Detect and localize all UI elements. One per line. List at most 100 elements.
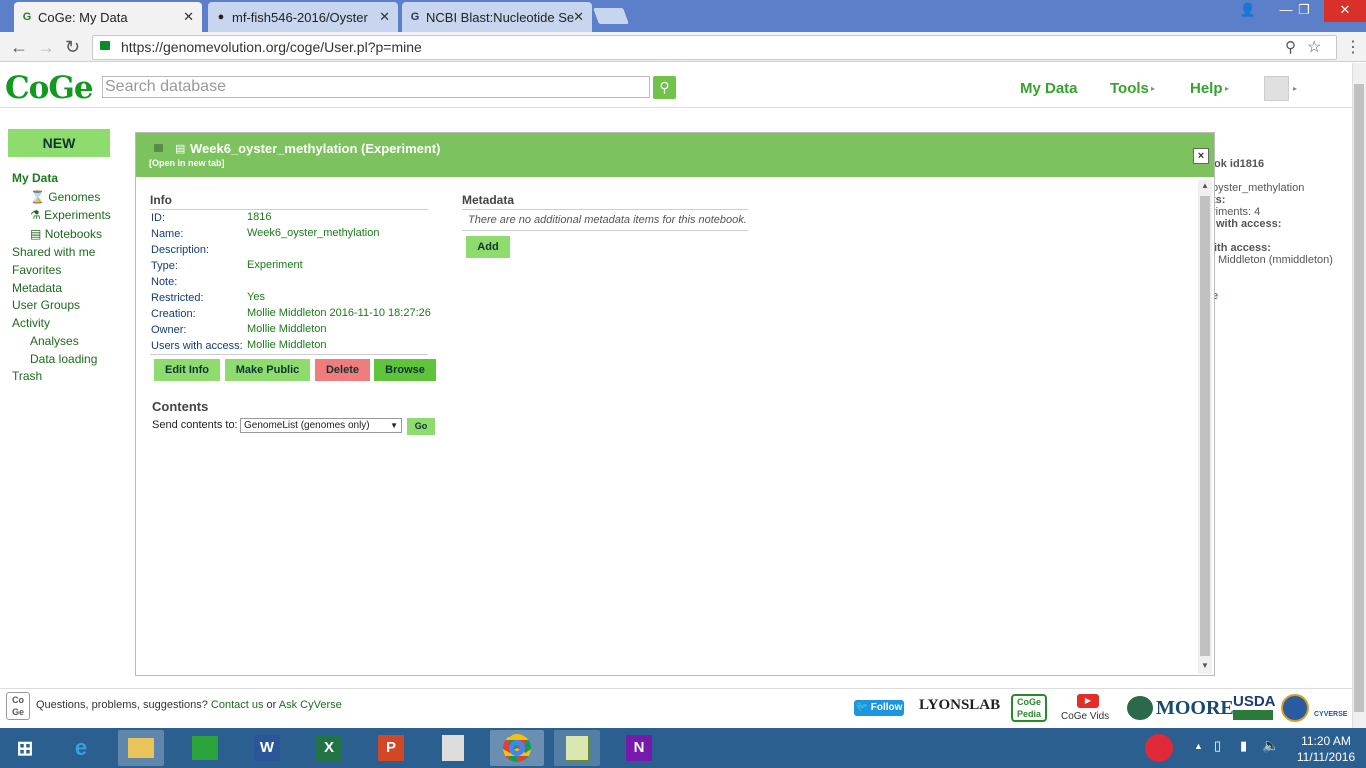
sidebar-item-genomes[interactable]: ⌛ Genomes — [30, 190, 100, 204]
word-icon[interactable]: W — [244, 730, 290, 766]
coge-small-logo-icon: Co Ge — [6, 692, 30, 720]
network-icon[interactable]: ▮ — [1240, 738, 1247, 754]
sidebar-label: Experiments — [44, 208, 111, 222]
file-explorer-icon[interactable] — [118, 730, 164, 766]
ask-cyverse-link[interactable]: Ask CyVerse — [279, 699, 342, 711]
lyonslab-logo[interactable]: LYONSLAB — [919, 697, 1000, 714]
field-users-value: Mollie Middleton — [247, 339, 327, 351]
user-icon[interactable]: 👤 — [1228, 0, 1268, 22]
nsf-logo-icon[interactable] — [1281, 694, 1309, 722]
moore-foundation-logo[interactable]: MOORE — [1156, 697, 1234, 720]
twitter-icon: 🐦 — [855, 702, 868, 713]
contact-us-link[interactable]: Contact us — [211, 699, 264, 711]
back-icon[interactable]: ← — [10, 37, 28, 58]
sidebar-item-mydata[interactable]: My Data — [12, 171, 58, 185]
sidebar-item-shared[interactable]: Shared with me — [12, 245, 95, 259]
battery-icon[interactable]: ▯ — [1214, 738, 1221, 754]
delete-button[interactable]: Delete — [315, 359, 370, 381]
excel-icon[interactable]: X — [306, 730, 352, 766]
footer-help-text: Questions, problems, suggestions? Contac… — [36, 699, 342, 711]
divider — [150, 354, 428, 355]
chrome-icon[interactable] — [490, 730, 544, 766]
close-tab-icon[interactable]: ✕ — [183, 9, 194, 25]
menu-icon[interactable]: ⋮ — [1345, 37, 1361, 57]
sidebar-item-metadata[interactable]: Metadata — [12, 281, 62, 295]
dialog-scrollbar-thumb[interactable] — [1200, 196, 1210, 656]
search-input[interactable]: Search database — [102, 76, 650, 98]
show-hidden-icons[interactable]: ▲ — [1194, 741, 1203, 751]
reload-icon[interactable]: ↻ — [65, 37, 80, 58]
coge-logo[interactable]: CoGe — [5, 70, 94, 106]
nav-tools[interactable]: Tools — [1110, 80, 1149, 97]
avatar[interactable] — [1264, 76, 1289, 101]
footer-or: or — [266, 699, 277, 711]
sidebar-item-favorites[interactable]: Favorites — [12, 263, 61, 277]
close-window-button[interactable]: ✕ — [1324, 0, 1366, 22]
star-icon[interactable]: ☆ — [1307, 37, 1321, 57]
internet-explorer-icon[interactable]: e — [58, 730, 104, 766]
make-public-button[interactable]: Make Public — [225, 359, 310, 381]
new-button[interactable]: NEW — [8, 129, 110, 157]
field-label: Creation: — [151, 308, 196, 320]
nav-mydata[interactable]: My Data — [1020, 80, 1078, 97]
github-icon: ● — [217, 11, 225, 23]
sidebar-item-activity[interactable]: Activity — [12, 316, 50, 330]
send-contents-select[interactable]: GenomeList (genomes only) ▼ — [240, 418, 402, 433]
maximize-button[interactable]: ❐ — [1284, 0, 1324, 22]
coge-vids-link[interactable]: CoGe Vids — [1061, 711, 1109, 722]
field-creation-value: Mollie Middleton 2016-11-10 18:27:26 — [247, 307, 431, 319]
nav-help[interactable]: Help — [1190, 80, 1223, 97]
windows-start-icon[interactable]: ⊞ — [2, 730, 48, 766]
forward-icon[interactable]: → — [37, 37, 55, 58]
onenote-icon[interactable]: N — [616, 730, 662, 766]
close-tab-icon[interactable]: ✕ — [573, 9, 584, 25]
clock-date: 11/11/2016 — [1296, 750, 1356, 764]
calculator-icon[interactable] — [430, 730, 476, 766]
usda-logo-bar — [1233, 710, 1273, 720]
taskbar-clock[interactable]: 11:20 AM 11/11/2016 — [1286, 733, 1366, 765]
chevron-right-icon: ▸ — [1225, 84, 1230, 93]
tab-ncbi[interactable]: G NCBI Blast:Nucleotide Se ✕ — [402, 2, 592, 32]
twitter-follow-button[interactable]: 🐦 Follow — [854, 700, 904, 716]
tab-title: mf-fish546-2016/Oyster — [232, 9, 368, 25]
clock-time: 11:20 AM — [1301, 734, 1351, 748]
powerpoint-icon[interactable]: P — [368, 730, 414, 766]
sidebar-item-usergroups[interactable]: User Groups — [12, 298, 80, 312]
browse-button[interactable]: Browse — [374, 359, 436, 381]
add-metadata-button[interactable]: Add — [466, 236, 510, 258]
sidebar-item-dataloading[interactable]: Data loading — [30, 352, 97, 366]
usda-logo[interactable]: USDA — [1233, 693, 1276, 710]
edit-info-button[interactable]: Edit Info — [154, 359, 220, 381]
url-input[interactable]: https://genomevolution.org/coge/User.pl?… — [92, 35, 1337, 60]
scroll-down-icon[interactable]: ▼ — [1201, 661, 1209, 670]
go-button[interactable]: Go — [407, 418, 435, 435]
zoom-icon[interactable]: ⚲ — [1285, 38, 1296, 56]
search-button[interactable]: ⚲ — [653, 76, 676, 99]
sidebar-item-experiments[interactable]: ⚗ Experiments — [30, 208, 111, 222]
tab-title: NCBI Blast:Nucleotide Se — [426, 9, 575, 25]
cogepedia-logo[interactable]: CoGe Pedia — [1011, 694, 1047, 722]
notepadplusplus-icon[interactable] — [554, 730, 600, 766]
info-heading: Info — [150, 193, 428, 210]
tab-coge[interactable]: G CoGe: My Data ✕ — [14, 2, 202, 32]
sidebar-item-notebooks[interactable]: ▤ Notebooks — [30, 227, 102, 241]
sidebar-label: Notebooks — [44, 227, 103, 241]
store-icon[interactable] — [182, 730, 228, 766]
system-tray-app-icon[interactable] — [1134, 730, 1184, 766]
new-tab-button[interactable] — [593, 8, 629, 24]
chevron-right-icon: ▸ — [1151, 84, 1156, 93]
close-tab-icon[interactable]: ✕ — [379, 9, 390, 25]
open-new-tab-link[interactable]: [Open in new tab] — [149, 158, 225, 168]
sidebar-item-analyses[interactable]: Analyses — [30, 334, 79, 348]
cyverse-logo[interactable]: CYVERSE — [1314, 711, 1347, 718]
volume-icon[interactable]: 🔈 — [1262, 737, 1279, 754]
sidebar-item-trash[interactable]: Trash — [12, 369, 42, 383]
tab-github[interactable]: ● mf-fish546-2016/Oyster ✕ — [208, 2, 398, 32]
page-scrollbar-thumb[interactable] — [1354, 84, 1364, 712]
close-icon[interactable]: × — [1193, 148, 1209, 164]
scroll-up-icon[interactable]: ▲ — [1201, 181, 1209, 190]
coge-favicon-icon: G — [22, 11, 32, 23]
tab-title: CoGe: My Data — [38, 9, 128, 25]
field-restricted-value: Yes — [247, 291, 265, 303]
contents-heading: Contents — [152, 399, 209, 414]
